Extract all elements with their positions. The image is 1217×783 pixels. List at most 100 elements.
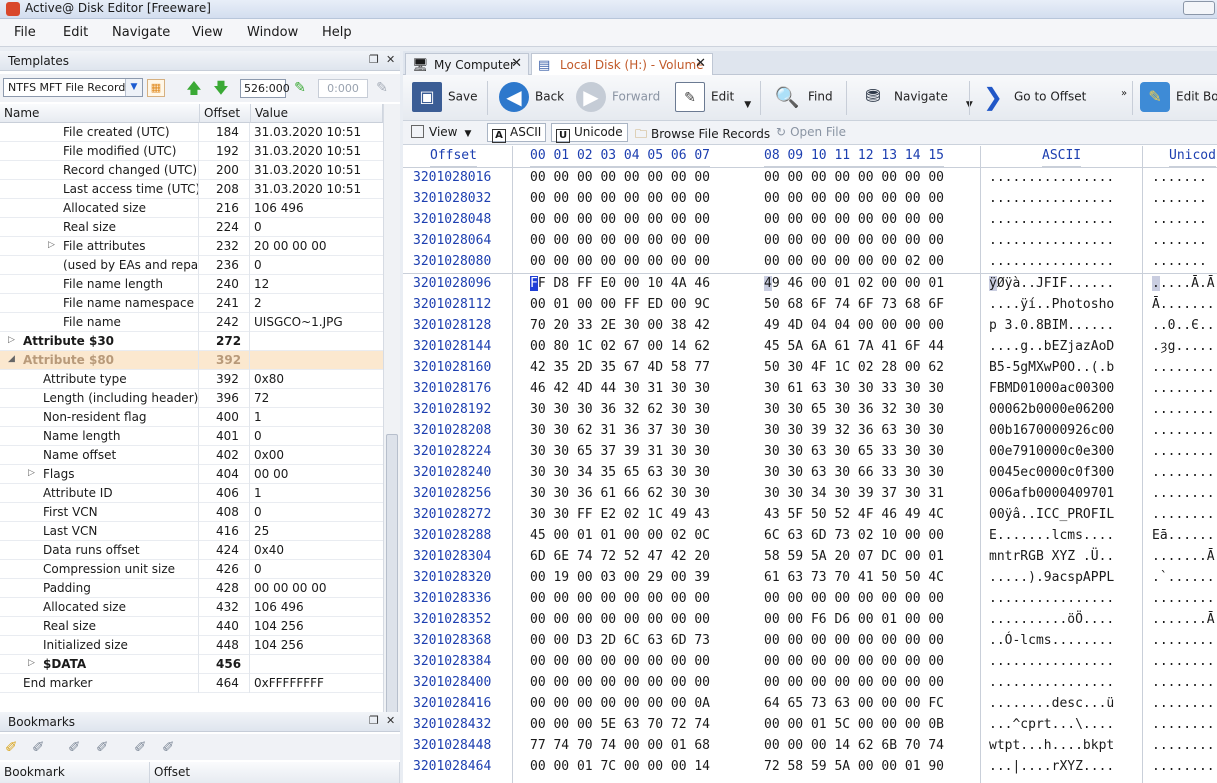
restore-icon[interactable]: ❐ — [369, 714, 379, 727]
chevron-down-icon[interactable]: ▼ — [744, 100, 751, 110]
hex-row[interactable]: 3201028048 00 00 00 00 00 00 00 00 00 00 0… — [403, 210, 1217, 231]
pin-icon[interactable]: ✎ — [290, 78, 310, 98]
open-file-button[interactable]: ↻ Open File — [776, 125, 846, 139]
template-row[interactable]: Compression unit size 426 0 — [0, 560, 383, 579]
view-button[interactable]: View ▼ — [411, 125, 471, 139]
hex-row[interactable]: 3201028320 00 19 00 03 00 29 00 39 61 63 7… — [403, 568, 1217, 589]
hex-row[interactable]: 3201028080 00 00 00 00 00 00 00 00 00 00 0… — [403, 252, 1217, 273]
hex-row[interactable]: 3201028208 30 30 62 31 36 37 30 30 30 30 3… — [403, 421, 1217, 442]
collapse-icon[interactable]: ◢ — [8, 354, 15, 364]
template-row[interactable]: Allocated size 216 106 496 — [0, 199, 383, 218]
hex-row[interactable]: 3201028416 00 00 00 00 00 00 00 0A 64 65 7… — [403, 694, 1217, 715]
close-icon[interactable]: ✕ — [386, 714, 395, 727]
template-row[interactable]: Non-resident flag 400 1 — [0, 408, 383, 427]
overflow-icon[interactable]: » — [1121, 88, 1127, 99]
find-button[interactable]: 🔍 Find — [772, 82, 833, 112]
hex-row[interactable]: 3201028064 00 00 00 00 00 00 00 00 00 00 0… — [403, 231, 1217, 252]
template-offset2-input[interactable]: 0:000 — [318, 79, 368, 98]
navigate-button[interactable]: ⛃Navigate▼ — [858, 82, 972, 112]
tab-my-computer[interactable]: 🖥 My Computer ✕ — [405, 53, 529, 75]
col-bookmark-offset-header[interactable]: Offset — [150, 762, 400, 783]
hex-row[interactable]: 3201028384 00 00 00 00 00 00 00 00 00 00 0… — [403, 652, 1217, 673]
template-row[interactable]: ◢ Attribute $80 392 — [0, 351, 383, 370]
template-row[interactable]: Last VCN 416 25 — [0, 522, 383, 541]
browse-file-records-button[interactable]: 🗀 Browse File Records — [635, 125, 770, 146]
hex-row[interactable]: 3201028352 00 00 00 00 00 00 00 00 00 00 F… — [403, 610, 1217, 631]
hex-row[interactable]: 3201028288 45 00 01 01 00 00 02 0C 6C 63 6… — [403, 526, 1217, 547]
hex-row[interactable]: 3201028368 00 00 D3 2D 6C 63 6D 73 00 00 0… — [403, 631, 1217, 652]
arrow-down-icon[interactable]: 🡇 — [211, 78, 231, 98]
col-bookmark-header[interactable]: Bookmark — [0, 762, 150, 783]
hex-row[interactable]: 3201028128 70 20 33 2E 30 00 38 42 49 4D 0… — [403, 316, 1217, 337]
arrow-up-icon[interactable]: 🡅 — [184, 78, 204, 98]
template-row[interactable]: Allocated size 432 106 496 — [0, 598, 383, 617]
hex-row[interactable]: 3201028160 42 35 2D 35 67 4D 58 77 50 30 4… — [403, 358, 1217, 379]
col-name-header[interactable]: Name — [0, 104, 200, 123]
hex-row[interactable]: 3201028016 00 00 00 00 00 00 00 00 00 00 0… — [403, 168, 1217, 189]
menu-help[interactable]: Help — [322, 25, 352, 40]
template-row[interactable]: ▷ Attribute $30 272 — [0, 332, 383, 351]
close-tab-icon[interactable]: ✕ — [695, 56, 706, 71]
save-button[interactable]: ▣ Save — [412, 82, 477, 112]
hex-row[interactable]: 3201028192 30 30 30 36 32 62 30 30 30 30 6… — [403, 400, 1217, 421]
hex-row[interactable]: 3201028400 00 00 00 00 00 00 00 00 00 00 0… — [403, 673, 1217, 694]
hex-row[interactable]: 3201028240 30 30 34 35 65 63 30 30 30 30 6… — [403, 463, 1217, 484]
hex-row[interactable]: 3201028336 00 00 00 00 00 00 00 00 00 00 0… — [403, 589, 1217, 610]
close-tab-icon[interactable]: ✕ — [511, 56, 522, 71]
template-row[interactable]: First VCN 408 0 — [0, 503, 383, 522]
template-row[interactable]: (used by EAs and repar... 236 0 — [0, 256, 383, 275]
template-select[interactable]: NTFS MFT File Record ▼ — [3, 78, 143, 97]
col-value-header[interactable]: Value — [251, 104, 383, 123]
hex-row[interactable]: 3201028112 00 01 00 00 FF ED 00 9C 50 68 6… — [403, 295, 1217, 316]
minimize-button[interactable] — [1183, 1, 1215, 15]
template-row[interactable]: File modified (UTC) 192 31.03.2020 10:51 — [0, 142, 383, 161]
expand-icon[interactable]: ▷ — [28, 468, 35, 478]
template-row[interactable]: File name 242 UISGCO~1.JPG — [0, 313, 383, 332]
scroll-thumb[interactable] — [386, 434, 398, 754]
hex-row[interactable]: 3201028448 77 74 70 74 00 00 01 68 00 00 0… — [403, 736, 1217, 757]
add-bookmark-icon[interactable]: ✐ — [5, 738, 18, 756]
template-row[interactable]: Initialized size 448 104 256 — [0, 636, 383, 655]
template-row[interactable]: File name length 240 12 — [0, 275, 383, 294]
template-row[interactable]: Padding 428 00 00 00 00 — [0, 579, 383, 598]
hex-view[interactable]: Offset 00 01 02 03 04 05 06 07 08 09 10 … — [403, 146, 1217, 783]
ascii-toggle[interactable]: A ASCII — [487, 123, 547, 143]
template-row[interactable]: Attribute ID 406 1 — [0, 484, 383, 503]
template-row[interactable]: Real size 224 0 — [0, 218, 383, 237]
hex-row[interactable]: 3201028256 30 30 36 61 66 62 30 30 30 30 3… — [403, 484, 1217, 505]
chevron-down-icon[interactable]: ▼ — [125, 79, 142, 96]
template-row[interactable]: Attribute type 392 0x80 — [0, 370, 383, 389]
template-row[interactable]: ▷ Flags 404 00 00 — [0, 465, 383, 484]
expand-icon[interactable]: ▷ — [48, 240, 55, 250]
menu-edit[interactable]: Edit — [63, 25, 88, 40]
tab-local-disk[interactable]: ▤ Local Disk (H:) - Volume ✕ — [531, 53, 713, 76]
templates-scrollbar[interactable] — [383, 104, 400, 759]
template-row[interactable]: End marker 464 0xFFFFFFFF — [0, 674, 383, 693]
hex-row[interactable]: 3201028176 46 42 4D 44 30 31 30 30 30 61 6… — [403, 379, 1217, 400]
hex-row[interactable]: 3201028304 6D 6E 74 72 52 47 42 20 58 59 5… — [403, 547, 1217, 568]
template-offset-input[interactable]: 526:000 — [240, 79, 290, 98]
col-offset-header[interactable]: Offset — [200, 104, 251, 123]
chevron-down-icon[interactable]: ▼ — [464, 129, 471, 139]
forward-button[interactable]: ▶ Forward — [576, 82, 660, 112]
go-to-offset-button[interactable]: ❯ Go to Offset — [978, 82, 1086, 112]
template-row[interactable]: File name namespace 241 2 — [0, 294, 383, 313]
menu-navigate[interactable]: Navigate — [112, 25, 170, 40]
hex-row[interactable]: 3201028432 00 00 00 5E 63 70 72 74 00 00 0… — [403, 715, 1217, 736]
hex-row[interactable]: 3201028464 00 00 01 7C 00 00 00 14 72 58 5… — [403, 757, 1217, 778]
expand-icon[interactable]: ▷ — [28, 658, 35, 668]
template-grid-icon[interactable]: ▦ — [147, 79, 165, 97]
back-button[interactable]: ◀ Back — [499, 82, 564, 112]
template-row[interactable]: Data runs offset 424 0x40 — [0, 541, 383, 560]
hex-row[interactable]: 3201028144 00 80 1C 02 67 00 14 62 45 5A 6… — [403, 337, 1217, 358]
template-row[interactable]: Last access time (UTC) 208 31.03.2020 10:5… — [0, 180, 383, 199]
template-row[interactable]: Record changed (UTC) 200 31.03.2020 10:51 — [0, 161, 383, 180]
menu-file[interactable]: File — [14, 25, 36, 40]
template-row[interactable]: File created (UTC) 184 31.03.2020 10:51 — [0, 123, 383, 142]
unicode-toggle[interactable]: U Unicode — [551, 123, 628, 143]
template-row[interactable]: ▷ $DATA 456 — [0, 655, 383, 674]
template-row[interactable]: ▷ File attributes 232 20 00 00 00 — [0, 237, 383, 256]
hex-row[interactable]: 3201028032 00 00 00 00 00 00 00 00 00 00 0… — [403, 189, 1217, 210]
menu-window[interactable]: Window — [247, 25, 298, 40]
hex-row[interactable]: 3201028096 FF D8 FF E0 00 10 4A 46 49 46 0… — [403, 274, 1217, 295]
